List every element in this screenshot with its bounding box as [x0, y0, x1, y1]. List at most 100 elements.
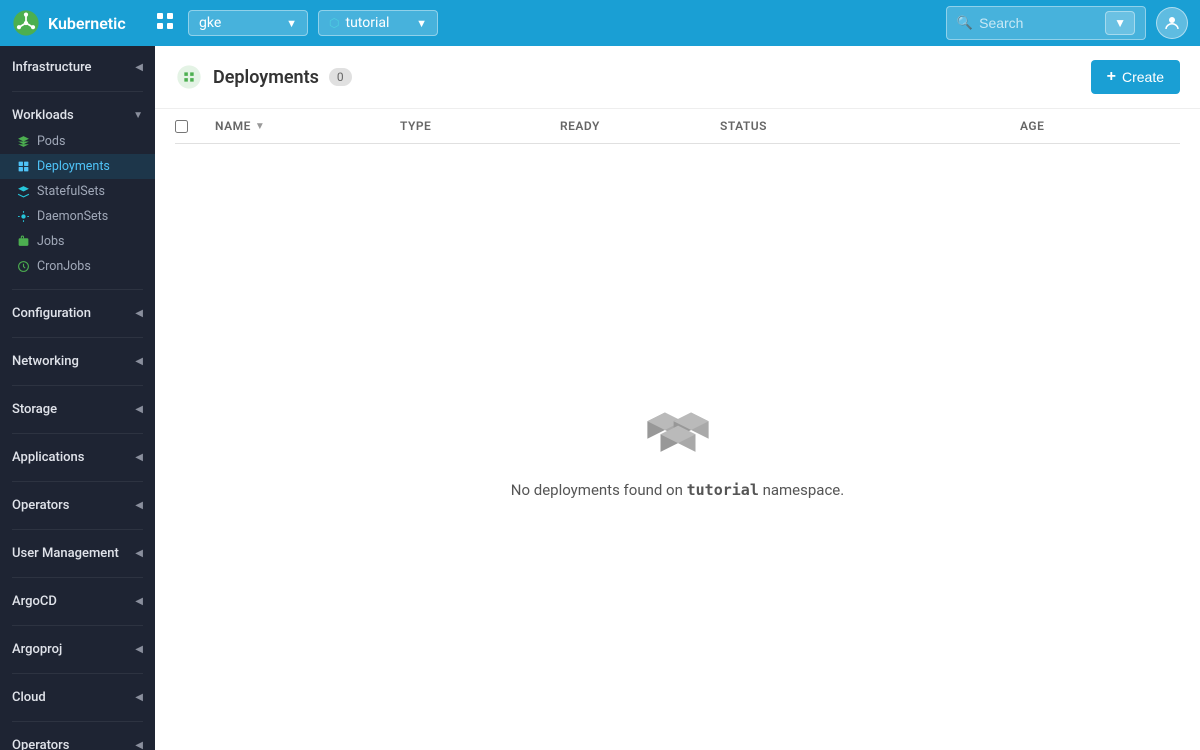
sidebar-section-header-applications[interactable]: Applications ◀	[0, 444, 155, 471]
empty-text-post: namespace.	[759, 481, 844, 499]
table-container: NAME ▼ TYPE READY STATUS AGE	[155, 109, 1200, 144]
chevron-infrastructure: ◀	[135, 62, 143, 73]
sidebar-section-header-workloads[interactable]: Workloads ▼	[0, 102, 155, 129]
content-title-group: Deployments 0	[175, 63, 352, 91]
namespace-dropdown-arrow: ▼	[416, 17, 427, 30]
brand: Kubernetic	[12, 9, 142, 37]
statefulsets-icon	[16, 185, 30, 199]
sidebar-section-label-infrastructure: Infrastructure	[12, 60, 92, 75]
chevron-configuration: ◀	[135, 308, 143, 319]
sidebar-item-label-jobs: Jobs	[37, 234, 65, 249]
search-dropdown[interactable]: ▼	[1105, 11, 1135, 35]
sidebar-section-storage: Storage ◀	[0, 388, 155, 431]
namespace-value: tutorial	[345, 15, 389, 31]
sidebar-section-argoproj: Argoproj ◀	[0, 628, 155, 671]
deployments-icon	[16, 160, 30, 174]
cluster-selector[interactable]: gke ▼	[188, 10, 308, 36]
namespace-icon: ⬡	[329, 16, 339, 30]
kubernetic-logo	[12, 9, 40, 37]
header-checkbox-cell	[175, 119, 215, 133]
cluster-value: gke	[199, 15, 221, 31]
page-title: Deployments	[213, 67, 319, 88]
content-area: Deployments 0 + Create NAME ▼ TYPE	[155, 46, 1200, 750]
chevron-applications: ◀	[135, 452, 143, 463]
chevron-argocd: ◀	[135, 596, 143, 607]
sidebar-item-label-daemonsets: DaemonSets	[37, 209, 108, 224]
pods-icon	[16, 135, 30, 149]
sidebar-section-header-networking[interactable]: Networking ◀	[0, 348, 155, 375]
empty-namespace: tutorial	[687, 481, 759, 499]
sidebar-section-label-networking: Networking	[12, 354, 79, 369]
chevron-cloud: ◀	[135, 692, 143, 703]
sidebar-section-configuration: Configuration ◀	[0, 292, 155, 335]
search-icon: 🔍	[957, 16, 973, 31]
sort-icon-name: ▼	[255, 121, 265, 132]
chevron-operators2: ◀	[135, 740, 143, 750]
sidebar-section-label-workloads: Workloads	[12, 108, 74, 123]
brand-name: Kubernetic	[48, 14, 126, 33]
sidebar-section-label-cloud: Cloud	[12, 690, 46, 705]
sidebar-section-label-operators: Operators	[12, 498, 69, 513]
sidebar-section-header-infrastructure[interactable]: Infrastructure ◀	[0, 54, 155, 81]
daemonsets-icon	[16, 210, 30, 224]
sidebar-item-daemonsets[interactable]: DaemonSets	[0, 204, 155, 229]
sidebar-item-label-statefulsets: StatefulSets	[37, 184, 105, 199]
chevron-operators: ◀	[135, 500, 143, 511]
deployments-title-icon	[175, 63, 203, 91]
sidebar-item-jobs[interactable]: Jobs	[0, 229, 155, 254]
search-container: 🔍 ▼	[946, 6, 1146, 40]
sidebar-item-deployments[interactable]: Deployments	[0, 154, 155, 179]
select-all-checkbox[interactable]	[175, 120, 188, 133]
sidebar-item-label-deployments: Deployments	[37, 159, 110, 174]
sidebar-section-cloud: Cloud ◀	[0, 676, 155, 719]
create-button[interactable]: + Create	[1091, 60, 1180, 94]
create-button-label: Create	[1122, 69, 1164, 85]
deployments-count-badge: 0	[329, 68, 352, 86]
sidebar-section-label-operators2: Operators	[12, 738, 69, 750]
sidebar-section-argocd: ArgoCD ◀	[0, 580, 155, 623]
user-avatar[interactable]	[1156, 7, 1188, 39]
sidebar-section-header-configuration[interactable]: Configuration ◀	[0, 300, 155, 327]
empty-text-pre: No deployments found on	[511, 481, 687, 499]
sidebar-section-user-management: User Management ◀	[0, 532, 155, 575]
sidebar-section-header-argocd[interactable]: ArgoCD ◀	[0, 588, 155, 615]
col-header-type: TYPE	[400, 119, 560, 133]
sidebar-item-statefulsets[interactable]: StatefulSets	[0, 179, 155, 204]
main-layout: Infrastructure ◀ Workloads ▼ Pods Depl	[0, 46, 1200, 750]
chevron-storage: ◀	[135, 404, 143, 415]
sidebar-section-header-cloud[interactable]: Cloud ◀	[0, 684, 155, 711]
sidebar-item-pods[interactable]: Pods	[0, 129, 155, 154]
sidebar-section-header-argoproj[interactable]: Argoproj ◀	[0, 636, 155, 663]
sidebar-section-label-argoproj: Argoproj	[12, 642, 62, 657]
cluster-dropdown-arrow: ▼	[286, 17, 297, 30]
empty-state-text: No deployments found on tutorial namespa…	[511, 481, 844, 499]
sidebar-section-header-user-management[interactable]: User Management ◀	[0, 540, 155, 567]
sidebar-section-header-storage[interactable]: Storage ◀	[0, 396, 155, 423]
table-header-row: NAME ▼ TYPE READY STATUS AGE	[175, 109, 1180, 144]
sidebar-section-workloads: Workloads ▼ Pods Deployments StatefulSe	[0, 94, 155, 287]
sidebar-section-header-operators2[interactable]: Operators ◀	[0, 732, 155, 750]
empty-state-icon	[643, 395, 713, 465]
chevron-workloads: ▼	[133, 110, 143, 121]
sidebar-section-header-operators[interactable]: Operators ◀	[0, 492, 155, 519]
col-header-name[interactable]: NAME ▼	[215, 119, 400, 133]
sidebar-section-infrastructure: Infrastructure ◀	[0, 46, 155, 89]
sidebar-item-cronjobs[interactable]: CronJobs	[0, 254, 155, 279]
sidebar-section-label-user-management: User Management	[12, 546, 119, 561]
sidebar-section-label-configuration: Configuration	[12, 306, 91, 321]
sidebar-section-label-storage: Storage	[12, 402, 57, 417]
content-header: Deployments 0 + Create	[155, 46, 1200, 109]
sidebar: Infrastructure ◀ Workloads ▼ Pods Depl	[0, 46, 155, 750]
cronjobs-icon	[16, 260, 30, 274]
sidebar-section-operators: Operators ◀	[0, 484, 155, 527]
sidebar-section-label-applications: Applications	[12, 450, 85, 465]
namespace-selector[interactable]: ⬡ tutorial ▼	[318, 10, 438, 36]
chevron-argoproj: ◀	[135, 644, 143, 655]
empty-state: No deployments found on tutorial namespa…	[155, 144, 1200, 750]
navbar: Kubernetic gke ▼ ⬡ tutorial ▼ 🔍 ▼	[0, 0, 1200, 46]
col-header-ready: READY	[560, 119, 720, 133]
search-input[interactable]	[979, 15, 1099, 31]
grid-icon[interactable]	[152, 8, 178, 39]
sidebar-item-label-cronjobs: CronJobs	[37, 259, 91, 274]
chevron-networking: ◀	[135, 356, 143, 367]
